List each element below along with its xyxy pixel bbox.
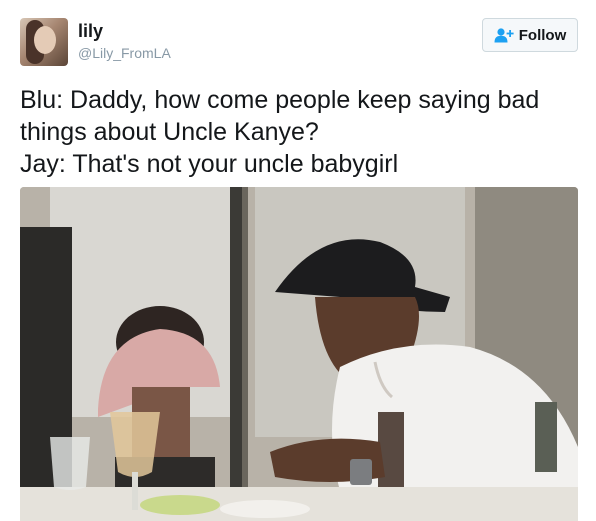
tweet-media-photo[interactable] bbox=[20, 187, 578, 521]
add-user-icon bbox=[494, 27, 514, 43]
tweet-text-line-3: Jay: That's not your uncle babygirl bbox=[20, 150, 399, 178]
tweet-text-line-1: Blu: Daddy, how come people keep saying … bbox=[20, 86, 540, 114]
photo-illustration bbox=[20, 187, 578, 521]
tweet-text-line-2: things about Uncle Kanye? bbox=[20, 118, 319, 146]
display-name[interactable]: lily bbox=[78, 20, 103, 42]
user-handle[interactable]: @Lily_FromLA bbox=[78, 44, 171, 62]
tweet-text: Blu: Daddy, how come people keep saying … bbox=[20, 84, 580, 180]
follow-button-label: Follow bbox=[518, 26, 567, 44]
tweet-card: lily @Lily_FromLA Follow Blu: Daddy, how… bbox=[0, 0, 596, 521]
avatar[interactable] bbox=[20, 18, 68, 66]
follow-button[interactable]: Follow bbox=[482, 18, 578, 52]
